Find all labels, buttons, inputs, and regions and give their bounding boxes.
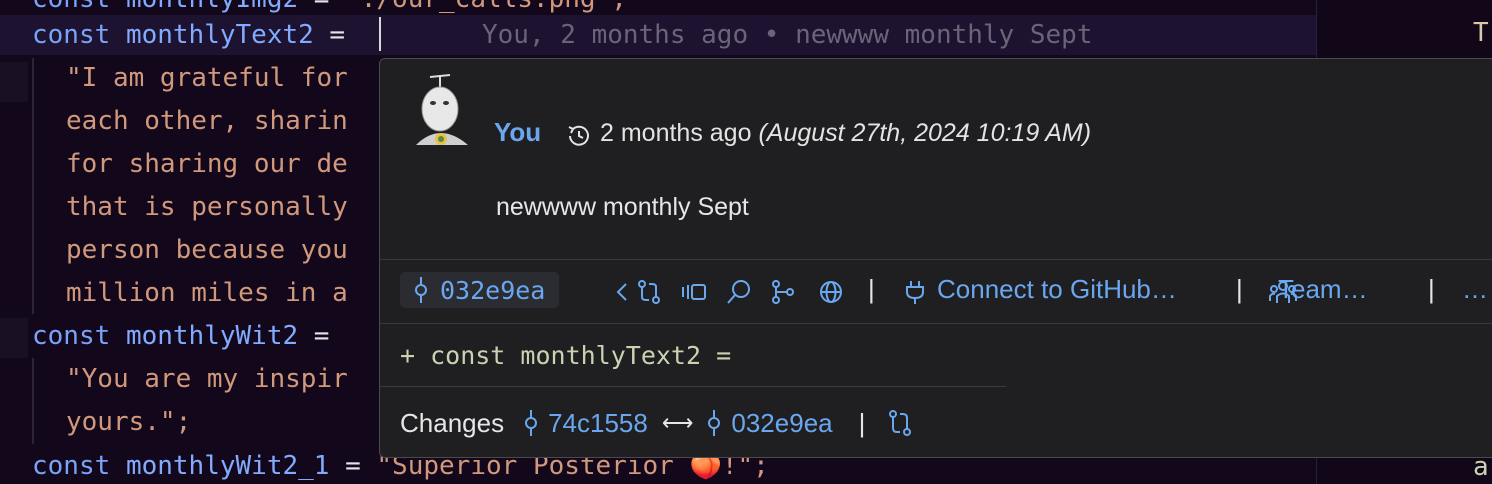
text-caret <box>379 17 381 51</box>
commit-icon <box>525 410 538 436</box>
inline-blame[interactable]: You, 2 months ago • newwww monthly Sept <box>482 14 1092 57</box>
author-name[interactable]: You <box>494 117 541 148</box>
string-literal: yours."; <box>66 407 192 437</box>
absolute-time: (August 27th, 2024 10:19 AM) <box>758 119 1092 147</box>
code-line[interactable]: "You are my inspir <box>66 358 348 401</box>
identifier: monthlyWit2 <box>125 321 299 351</box>
commit-icon <box>708 410 721 436</box>
plug-icon <box>902 279 928 305</box>
git-blame-hover-card: You 2 months ago (August 27th, 2024 10:1… <box>379 58 1492 458</box>
compare-arrow: ⟷ <box>661 410 694 435</box>
gutter-mark <box>0 318 28 358</box>
commit-icon <box>415 277 427 303</box>
indent-guide <box>32 358 34 444</box>
avatar <box>410 73 476 147</box>
previous-change-icon[interactable] <box>610 279 636 305</box>
side-pane-glyph: T <box>1473 18 1489 48</box>
string-literal: "./our_calls.png"; <box>345 0 627 14</box>
changes-label: Changes <box>400 407 505 438</box>
code-line[interactable]: "I am grateful for <box>66 57 348 100</box>
divider <box>380 259 1492 260</box>
identifier: monthlyText2 <box>125 20 314 50</box>
relative-time: 2 months ago <box>600 119 752 147</box>
commit-time: 2 months ago (August 27th, 2024 10:19 AM… <box>600 119 1091 148</box>
operator: = <box>298 321 330 351</box>
open-changes-icon[interactable] <box>770 279 796 305</box>
divider <box>380 386 1006 387</box>
code-line[interactable]: that is personally <box>66 186 348 229</box>
keyword: const <box>32 0 110 14</box>
identifier: monthlyWit2_1 <box>125 451 330 481</box>
to-commit-sha-link[interactable]: 032e9ea <box>731 408 832 439</box>
toolbar-separator: | <box>1428 274 1435 304</box>
keyword: const <box>32 321 111 351</box>
commit-sha: 032e9ea <box>440 275 546 305</box>
globe-icon[interactable] <box>818 279 844 305</box>
identifier: monthlyImg2 <box>126 0 298 14</box>
code-line[interactable]: const monthlyWit2 = <box>32 315 329 358</box>
commit-message: newwww monthly Sept <box>496 193 749 221</box>
code-line[interactable]: each other, sharin <box>66 100 348 143</box>
search-icon[interactable] <box>726 279 752 305</box>
team-link[interactable]: Team… <box>1278 274 1368 305</box>
code-line[interactable]: const monthlyText2 = <box>32 14 345 57</box>
divider <box>380 323 1492 324</box>
keyword: const <box>32 451 111 481</box>
compare-changes-icon[interactable] <box>636 279 662 305</box>
from-commit-sha-link[interactable]: 74c1558 <box>548 408 648 439</box>
compare-changes-icon[interactable] <box>887 409 913 437</box>
operator: = <box>298 0 345 14</box>
more-actions-button[interactable]: … <box>1462 274 1488 305</box>
code-line[interactable]: yours."; <box>66 401 191 444</box>
code-line[interactable]: person because you <box>66 229 348 272</box>
history-icon <box>566 123 592 149</box>
commit-sha-button[interactable]: 032e9ea <box>400 272 560 308</box>
changes-separator: | <box>858 407 866 438</box>
code-line[interactable]: for sharing our de <box>66 143 348 186</box>
keyword: const <box>32 20 111 50</box>
operator: = <box>329 451 377 481</box>
code-line[interactable]: million miles in a <box>66 272 348 315</box>
gutter-mark <box>0 62 28 102</box>
indent-guide <box>32 58 34 314</box>
changes-row: Changes 74c1558 ⟷ 032e9ea | <box>400 405 913 441</box>
operator: = <box>313 20 346 50</box>
toolbar-separator: | <box>1236 274 1243 304</box>
connect-to-github-link[interactable]: Connect to GitHub… <box>937 274 1177 305</box>
hover-toolbar: 032e9ea | Connect to GitHub… | Team… | … <box>380 266 1492 324</box>
diff-line: + const monthlyText2 = <box>400 341 732 370</box>
reveal-in-side-bar-icon[interactable] <box>680 279 706 305</box>
toolbar-separator: | <box>868 274 875 304</box>
